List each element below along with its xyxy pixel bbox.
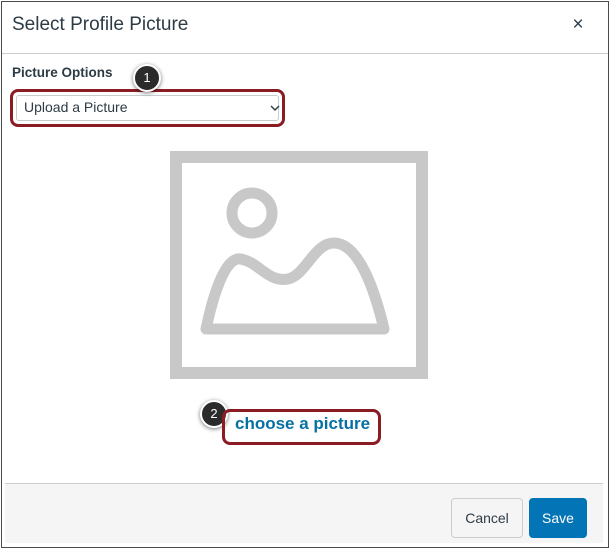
chevron-down-icon bbox=[270, 105, 280, 111]
image-placeholder-icon bbox=[170, 151, 428, 379]
dialog-header: Select Profile Picture × bbox=[2, 2, 608, 54]
callout-badge-1: 1 bbox=[133, 64, 161, 92]
cancel-button[interactable]: Cancel bbox=[451, 498, 523, 538]
picture-options-selected-value: Upload a Picture bbox=[24, 99, 128, 115]
dialog-title: Select Profile Picture bbox=[12, 14, 189, 35]
save-button[interactable]: Save bbox=[529, 498, 587, 538]
picture-options-select[interactable]: Upload a Picture bbox=[10, 89, 285, 127]
choose-picture-link[interactable]: choose a picture bbox=[235, 414, 370, 434]
close-icon[interactable]: × bbox=[568, 14, 588, 36]
picture-options-label: Picture Options bbox=[12, 65, 113, 80]
